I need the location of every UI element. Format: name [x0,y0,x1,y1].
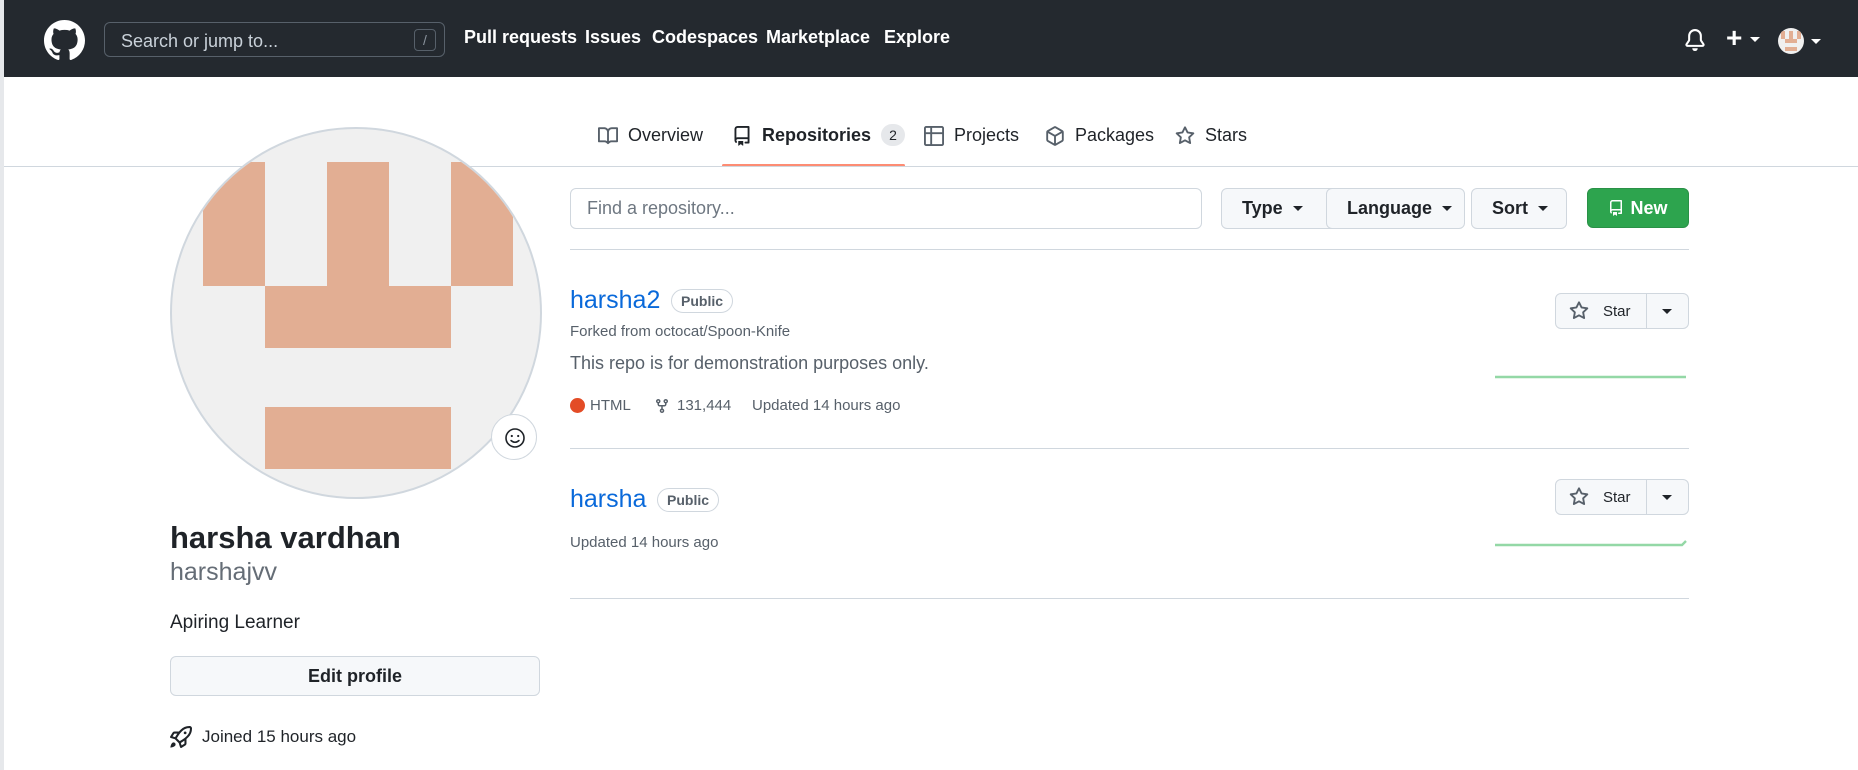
repo-description: This repo is for demonstration purposes … [570,353,929,373]
star-button[interactable]: Star [1555,479,1647,515]
smiley-icon [505,428,525,448]
global-header: Search or jump to... / Pull requests Iss… [4,0,1858,77]
divider [570,598,1689,599]
star-icon [1569,487,1589,506]
repo-forks[interactable]: 131,444 [654,397,731,414]
rocket-icon [170,726,192,748]
star-label: Star [1603,302,1631,320]
search-placeholder: Search or jump to... [121,31,279,51]
new-button-label: New [1630,197,1668,218]
user-menu[interactable] [1778,26,1824,56]
repo-link-harsha2[interactable]: harsha2 [570,286,660,315]
nav-explore[interactable]: Explore [884,27,950,48]
tab-label: Repositories [762,125,872,145]
nav-marketplace[interactable]: Marketplace [766,27,870,48]
sort-label: Sort [1492,198,1528,218]
nav-codespaces[interactable]: Codespaces [652,27,758,48]
repo-updated: Updated 14 hours ago [752,397,901,414]
joined-date: Joined 15 hours ago [170,726,356,748]
repo-icon [734,126,750,146]
profile-username: harshajvv [170,558,277,586]
star-icon [1569,301,1589,320]
avatar [1778,28,1804,54]
repo-count-badge: 2 [881,124,906,146]
tab-label: Stars [1205,125,1248,145]
repo-language: HTML [570,397,631,414]
fork-count: 131,444 [677,397,732,414]
tab-packages[interactable]: Packages [1045,124,1154,166]
profile-avatar[interactable] [170,127,542,499]
edit-profile-button[interactable]: Edit profile [170,656,540,696]
language-name: HTML [590,397,631,414]
type-filter-label: Type [1242,198,1283,218]
activity-sparkline [1495,375,1686,379]
star-icon [1175,126,1195,145]
search-shortcut-key: / [414,29,436,51]
chevron-down-icon [1442,206,1453,211]
language-filter-label: Language [1347,198,1433,218]
joined-text: Joined 15 hours ago [202,727,357,746]
github-logo-icon[interactable] [44,20,85,61]
forked-from[interactable]: Forked from octocat/Spoon-Knife [570,323,790,340]
new-repository-button[interactable]: New [1587,188,1689,228]
visibility-badge: Public [671,289,734,313]
book-icon [598,127,618,145]
nav-issues[interactable]: Issues [585,27,641,48]
repo-updated: Updated 14 hours ago [570,534,719,551]
find-repository-input[interactable] [570,188,1202,229]
star-button-group: Star [1555,479,1689,515]
star-label: Star [1603,488,1631,506]
fork-icon [656,398,668,413]
divider [570,249,1689,250]
tab-overview[interactable]: Overview [598,124,703,166]
tab-stars[interactable]: Stars [1175,124,1247,166]
star-list-dropdown[interactable] [1647,479,1689,515]
profile-bio: Apiring Learner [170,612,300,633]
package-icon [1046,126,1064,146]
sort-button[interactable]: Sort [1471,188,1567,229]
plus-icon: + [1726,22,1743,53]
activity-sparkline [1495,540,1687,547]
bell-icon[interactable] [1684,29,1706,51]
window-edge [0,0,4,770]
visibility-badge: Public [657,488,720,512]
tab-label: Projects [954,125,1020,145]
create-new-menu[interactable]: + [1724,22,1768,54]
tab-projects[interactable]: Projects [924,124,1019,166]
repo-link-harsha[interactable]: harsha [570,485,646,514]
chevron-down-icon [1750,37,1760,42]
tab-label: Overview [628,125,704,145]
repo-icon [1610,200,1623,216]
divider [570,448,1689,449]
star-list-dropdown[interactable] [1647,293,1689,329]
chevron-down-icon [1538,206,1548,211]
nav-pull-requests[interactable]: Pull requests [464,27,577,48]
table-icon [924,126,944,146]
chevron-down-icon [1662,495,1672,500]
chevron-down-icon [1662,309,1672,314]
star-button[interactable]: Star [1555,293,1647,329]
set-status-button[interactable] [491,414,537,460]
global-search-input[interactable]: Search or jump to... / [104,22,445,57]
language-filter-button[interactable]: Language [1326,188,1465,229]
chevron-down-icon [1811,39,1821,44]
chevron-down-icon [1292,206,1303,211]
language-color-dot [570,398,585,413]
profile-name: harsha vardhan [170,520,401,555]
tab-repositories[interactable]: Repositories 2 [732,124,906,166]
tab-label: Packages [1075,125,1155,145]
star-button-group: Star [1555,293,1689,329]
